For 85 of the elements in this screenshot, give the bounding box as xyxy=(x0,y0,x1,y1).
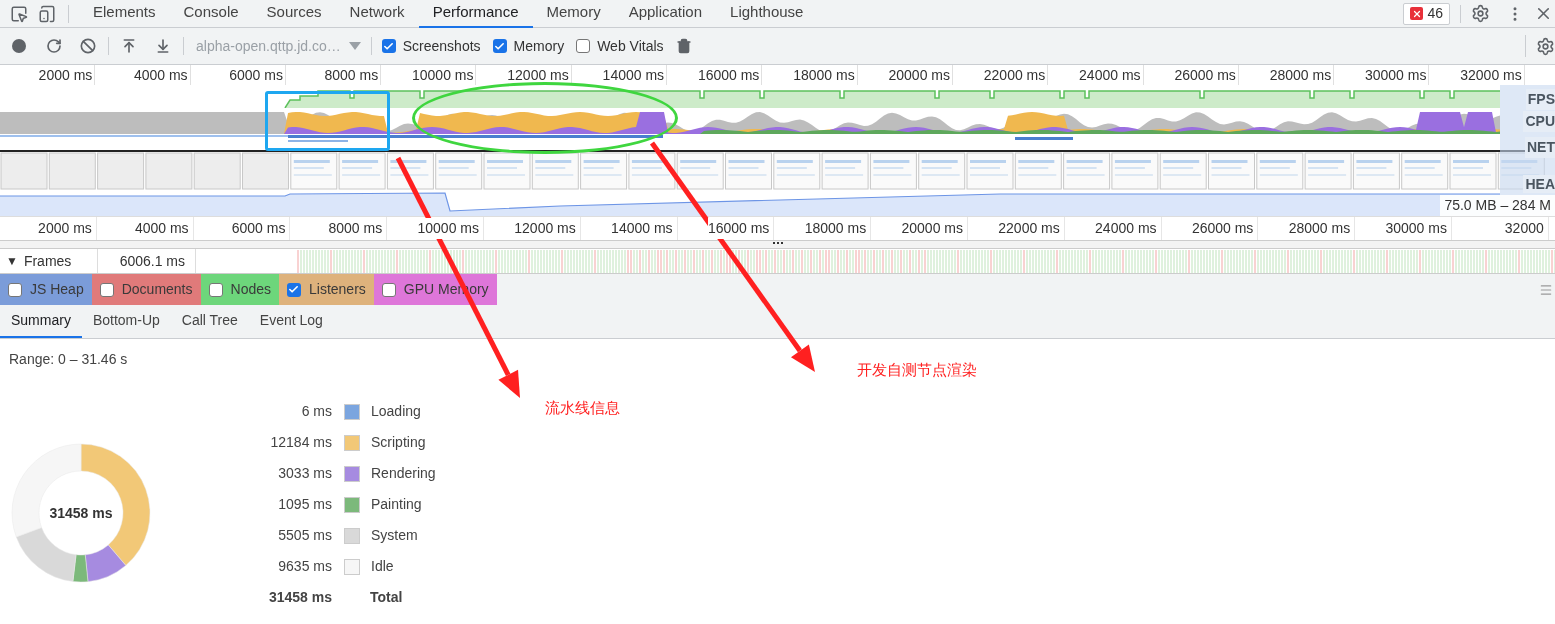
ruler-tick-label: 20000 ms xyxy=(888,65,950,85)
category-label: Rendering xyxy=(371,464,436,483)
donut-total-label: 31458 ms xyxy=(49,503,113,523)
ruler-tick-label: 30000 ms xyxy=(1364,65,1427,85)
checkbox-label[interactable]: Memory xyxy=(513,35,565,57)
inspect-element-icon[interactable] xyxy=(10,4,28,23)
track-title: Frames xyxy=(23,251,72,271)
ruler-tick-label: 14000 ms xyxy=(602,65,665,85)
counter-toggle[interactable]: Nodes xyxy=(200,274,279,305)
ruler-tick-label: 6000 ms xyxy=(229,65,283,85)
checkbox[interactable] xyxy=(381,39,396,53)
checkbox[interactable] xyxy=(576,39,591,53)
checkbox[interactable] xyxy=(8,282,22,297)
counter-toggle[interactable]: JS Heap xyxy=(0,274,92,305)
checkbox[interactable] xyxy=(208,282,223,297)
time-value: 9635 ms xyxy=(277,557,332,576)
time-value: 5505 ms xyxy=(277,526,332,545)
category-label: System xyxy=(371,526,418,545)
upload-icon[interactable] xyxy=(121,38,137,54)
device-toolbar-icon[interactable] xyxy=(38,4,56,23)
drag-handle-icon[interactable] xyxy=(1539,282,1553,297)
checkbox[interactable] xyxy=(99,282,114,297)
error-icon xyxy=(1410,7,1424,20)
dropdown-caret-icon xyxy=(348,42,361,50)
ruler-tick-label: 26000 ms xyxy=(1174,65,1236,85)
ruler-tick-label: 4000 ms xyxy=(133,65,188,85)
detail-tab[interactable]: Summary xyxy=(0,305,82,338)
ruler-tick-label: 32000 ms xyxy=(1460,65,1522,85)
panel-tab[interactable]: Console xyxy=(169,0,253,28)
counter-toggle[interactable]: Documents xyxy=(91,274,201,305)
checkbox[interactable] xyxy=(287,282,301,297)
detail-tab[interactable]: Call Tree xyxy=(170,305,249,338)
reload-icon[interactable] xyxy=(46,38,62,54)
ruler-tick-label: 2000 ms xyxy=(38,65,93,85)
time-value: 3033 ms xyxy=(277,464,332,483)
category-label: Painting xyxy=(371,495,422,514)
ruler-tick-label: 16000 ms xyxy=(697,65,760,85)
panel-tab[interactable]: Application xyxy=(614,0,717,28)
range-text: Range: 0 – 31.46 s xyxy=(9,351,128,367)
error-count-badge[interactable]: 46 xyxy=(1403,2,1450,25)
time-value: 6 ms xyxy=(300,402,332,421)
frames-duration: 6006.1 ms xyxy=(119,251,185,271)
annotation-label: 流水线信息 xyxy=(545,398,620,418)
category-label: Loading xyxy=(371,402,421,421)
checkbox-label[interactable]: Web Vitals xyxy=(597,35,664,57)
ruler-tick-label: 10000 ms xyxy=(417,218,479,239)
settings-icon[interactable] xyxy=(1536,36,1555,56)
counter-toggle[interactable]: Listeners xyxy=(279,274,374,305)
category-label: Scripting xyxy=(371,433,426,452)
time-value: 12184 ms xyxy=(269,433,332,452)
panel-tab[interactable]: Sources xyxy=(252,0,336,28)
heap-range-label: 75.0 MB – 284 M xyxy=(1440,195,1555,216)
clear-icon[interactable] xyxy=(80,38,96,54)
checkbox[interactable] xyxy=(492,39,507,53)
error-count: 46 xyxy=(1427,4,1443,23)
ruler-tick-label: 24000 ms xyxy=(1079,65,1141,85)
ruler-tick-label: 12000 ms xyxy=(507,65,569,85)
total-value: 31458 ms xyxy=(267,588,332,607)
settings-icon[interactable] xyxy=(1471,4,1490,23)
track-label: NET xyxy=(1525,137,1555,158)
detail-tab[interactable]: Event Log xyxy=(248,305,334,338)
record-icon[interactable] xyxy=(12,39,26,53)
ruler-tick-label: 16000 ms xyxy=(707,218,770,239)
track-label: FPS xyxy=(1525,89,1555,110)
ruler-tick-label: 18000 ms xyxy=(793,65,855,85)
panel-tab[interactable]: Elements xyxy=(79,0,170,28)
total-label: Total xyxy=(369,588,404,607)
ruler-tick-label: 22000 ms xyxy=(983,65,1046,85)
ruler-tick-label: 28000 ms xyxy=(1269,65,1332,85)
trash-icon[interactable] xyxy=(675,38,692,54)
track-label: CPU xyxy=(1523,111,1555,132)
expand-toggle[interactable]: ▼ xyxy=(6,252,18,270)
time-value: 1095 ms xyxy=(277,495,332,514)
ruler-tick-label: 8000 ms xyxy=(324,65,379,85)
checkbox-label[interactable]: Screenshots xyxy=(402,35,481,57)
checkbox[interactable] xyxy=(381,282,396,297)
track-label: HEA xyxy=(1523,175,1555,193)
ruler-tick-label: 10000 ms xyxy=(412,65,474,85)
download-icon[interactable] xyxy=(155,38,171,54)
panel-tab[interactable]: Memory xyxy=(532,0,615,28)
panel-tab[interactable]: Network xyxy=(335,0,419,28)
annotation-label: 开发自测节点渲染 xyxy=(857,360,977,380)
panel-tab[interactable]: Lighthouse xyxy=(716,0,818,28)
category-label: Idle xyxy=(371,557,394,576)
detail-tab[interactable]: Bottom-Up xyxy=(81,305,171,338)
